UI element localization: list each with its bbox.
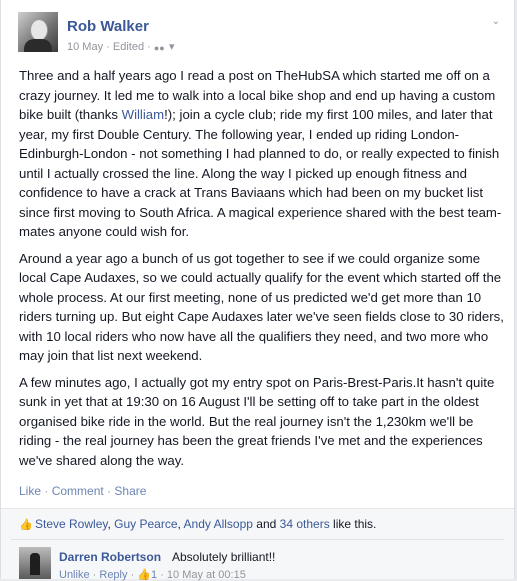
post-actions: Like · Comment · Share: [19, 484, 147, 498]
author-avatar[interactable]: [18, 12, 58, 52]
commenter-avatar[interactable]: [19, 547, 51, 579]
avatar-head: [30, 19, 48, 41]
author-name[interactable]: Rob Walker: [67, 18, 149, 35]
comment-text: Absolutely brilliant!!: [172, 550, 276, 564]
audience-dropdown-icon[interactable]: ▾: [169, 41, 175, 53]
commenter-figure: [30, 553, 40, 575]
avatar-body: [24, 39, 52, 52]
audience-icon[interactable]: ●●: [154, 43, 166, 53]
liker-3[interactable]: Andy Allsopp: [184, 517, 253, 531]
share-link[interactable]: Share: [114, 484, 146, 498]
others-link[interactable]: 34 others: [280, 517, 330, 531]
tagged-william-link[interactable]: William: [122, 107, 165, 122]
post-body: Three and a half years ago I read a post…: [19, 66, 505, 477]
post-meta: 10 May · Edited · ●● ▾: [67, 41, 175, 54]
post-date[interactable]: 10 May: [67, 41, 103, 53]
comment-like-count[interactable]: 1: [151, 569, 157, 581]
feedback-area: 👍 Steve Rowley, Guy Pearce, Andy Allsopp …: [1, 508, 514, 581]
edited-label[interactable]: Edited: [113, 41, 144, 53]
comment-actions: Unlike · Reply · 👍1 · 10 May at 00:15: [59, 569, 246, 581]
likes-summary: 👍 Steve Rowley, Guy Pearce, Andy Allsopp …: [19, 517, 377, 531]
post-options-chevron-icon[interactable]: ⌄: [492, 16, 500, 27]
commenter-name[interactable]: Darren Robertson: [59, 550, 161, 564]
post-paragraph-1: Three and a half years ago I read a post…: [19, 68, 502, 239]
liker-2[interactable]: Guy Pearce: [114, 517, 177, 531]
comment-like-icon[interactable]: 👍: [137, 569, 151, 581]
reply-link[interactable]: Reply: [99, 569, 127, 581]
comment-link[interactable]: Comment: [52, 484, 104, 498]
unlike-link[interactable]: Unlike: [59, 569, 90, 581]
like-link[interactable]: Like: [19, 484, 41, 498]
comment-time[interactable]: 10 May at 00:15: [167, 569, 246, 581]
post-paragraph-3: A few minutes ago, I actually got my ent…: [19, 374, 495, 468]
post-card: Rob Walker 10 May · Edited · ●● ▾ ⌄ Thre…: [0, 0, 515, 581]
divider: [11, 539, 504, 540]
post-paragraph-2: Around a year ago a bunch of us got toge…: [19, 250, 504, 364]
liker-1[interactable]: Steve Rowley: [35, 517, 107, 531]
like-thumb-icon: 👍: [19, 519, 33, 531]
